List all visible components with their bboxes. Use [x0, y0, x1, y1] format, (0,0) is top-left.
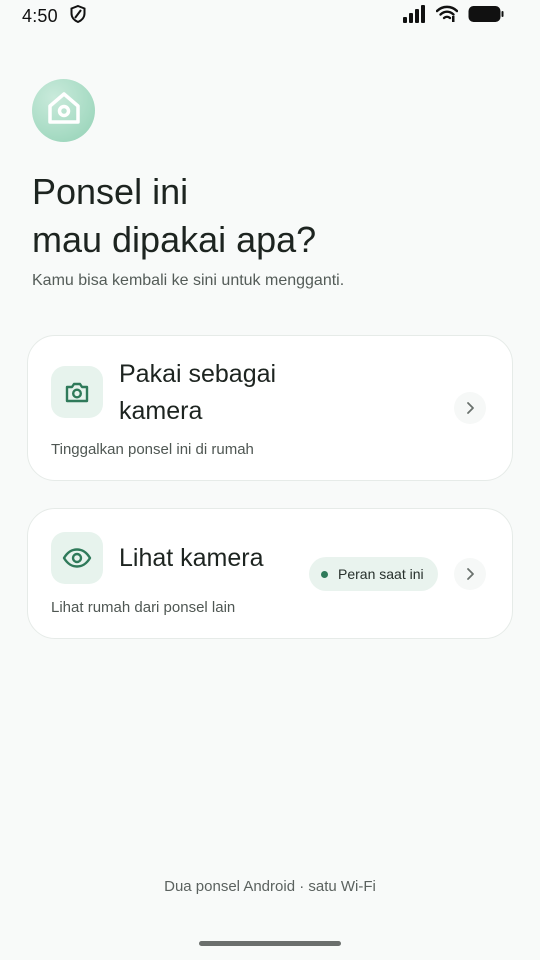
status-left: 4:50: [22, 4, 86, 28]
eye-icon: [51, 532, 103, 584]
page-title: Ponsel ini mau dipakai apa?: [32, 168, 512, 264]
status-right: [402, 4, 504, 28]
option-viewer-card[interactable]: Lihat kamera Peran saat ini Lihat rumah …: [27, 508, 513, 639]
wifi-icon: [435, 5, 459, 28]
battery-icon: [468, 5, 504, 28]
chevron-right-icon[interactable]: [454, 392, 486, 424]
chevron-right-icon[interactable]: [454, 558, 486, 590]
option-camera-description: Tinggalkan ponsel ini di rumah: [51, 441, 254, 458]
current-role-label: Peran saat ini: [338, 566, 424, 582]
signal-icon: [402, 4, 426, 28]
home-indicator[interactable]: [199, 941, 341, 946]
status-time: 4:50: [22, 5, 58, 26]
page-title-line2: mau dipakai apa?: [32, 219, 317, 260]
current-role-badge: Peran saat ini: [309, 557, 438, 591]
option-camera-title: Pakai sebagai kamera: [119, 360, 277, 425]
option-viewer-description: Lihat rumah dari ponsel lain: [51, 599, 236, 616]
option-viewer-title: Lihat kamera: [119, 544, 264, 572]
page-subtitle: Kamu bisa kembali ke sini untuk menggant…: [32, 272, 345, 289]
status-bar: 4:50: [0, 0, 540, 32]
role-dot-icon: [321, 570, 328, 578]
camera-icon: [51, 366, 103, 418]
app-logo: [32, 79, 95, 142]
option-camera-card[interactable]: Pakai sebagai kamera Tinggalkan ponsel i…: [27, 335, 513, 481]
page-title-line1: Ponsel ini: [32, 171, 189, 212]
footer-note: Dua ponsel Android · satu Wi-Fi: [164, 878, 376, 895]
home-icon: [46, 91, 82, 130]
shield-icon: [70, 4, 86, 28]
